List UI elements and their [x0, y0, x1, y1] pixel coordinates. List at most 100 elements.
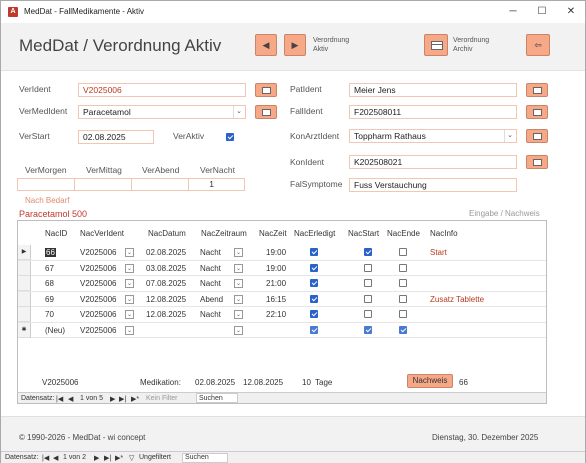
- nacid-cell[interactable]: 67: [45, 264, 54, 273]
- nacverident-cell[interactable]: V2025006: [80, 248, 116, 257]
- naczeit-cell[interactable]: 16:15: [266, 295, 286, 304]
- konarztident-open-button[interactable]: [526, 129, 548, 143]
- nacstart-checkbox[interactable]: [364, 248, 372, 256]
- nacverident-cell[interactable]: V2025006: [80, 310, 116, 319]
- table-row[interactable]: ▶ 66 V2025006 ⌄ ⌄ 02.08.2025 Nacht 19:00 Start: [18, 245, 546, 261]
- main-search-input[interactable]: Suchen: [182, 453, 228, 463]
- verordnung-archiv-button[interactable]: [424, 34, 448, 56]
- chevron-down-icon[interactable]: ⌄: [125, 263, 134, 273]
- nachweis-button[interactable]: Nachweis: [407, 374, 453, 388]
- nacverident-cell[interactable]: V2025006: [80, 295, 116, 304]
- exit-button[interactable]: ⇦: [526, 34, 550, 56]
- nacdatum-cell[interactable]: 03.08.2025: [146, 264, 186, 273]
- row-selector[interactable]: [18, 307, 31, 322]
- nacid-cell[interactable]: 70: [45, 310, 54, 319]
- nacstart-checkbox[interactable]: [364, 263, 372, 272]
- nacende-checkbox[interactable]: [399, 279, 407, 287]
- verident-field[interactable]: V2025006: [78, 83, 246, 97]
- nacstart-checkbox[interactable]: [364, 310, 372, 318]
- nacende-checkbox[interactable]: [399, 248, 407, 256]
- dosage-nacht-field[interactable]: 1: [188, 178, 245, 191]
- konident-field[interactable]: K202508021: [349, 155, 517, 169]
- nacdatum-cell[interactable]: 12.08.2025: [146, 310, 186, 319]
- nacid-cell[interactable]: 69: [45, 295, 54, 304]
- main-new-record-button[interactable]: ▶*: [115, 454, 123, 462]
- nacerledigt-checkbox[interactable]: [310, 310, 318, 318]
- naczeit-cell[interactable]: 21:00: [266, 279, 286, 288]
- chevron-down-icon[interactable]: ⌄: [125, 294, 134, 304]
- new-record-button[interactable]: ▶*: [131, 395, 139, 403]
- nacerledigt-checkbox[interactable]: [310, 263, 318, 272]
- nacid-cell[interactable]: (Neu): [45, 326, 65, 335]
- fallident-field[interactable]: F202508011: [349, 105, 517, 119]
- next-record-button[interactable]: ▶: [284, 34, 306, 56]
- table-row[interactable]: 70 V2025006 ⌄ ⌄ 12.08.2025 Nacht 22:10: [18, 307, 546, 323]
- chevron-down-icon[interactable]: ⌄: [504, 130, 515, 142]
- naczeitraum-cell[interactable]: Abend: [200, 295, 223, 304]
- chevron-down-icon[interactable]: ⌄: [234, 248, 243, 257]
- nacende-checkbox[interactable]: [399, 310, 407, 318]
- veraktiv-checkbox[interactable]: [226, 133, 234, 141]
- main-record-position[interactable]: 1 von 2: [63, 454, 86, 461]
- default-checkbox[interactable]: [364, 325, 372, 334]
- nacdatum-cell[interactable]: 12.08.2025: [146, 295, 186, 304]
- nacerledigt-checkbox[interactable]: [310, 248, 318, 256]
- record-position[interactable]: 1 von 5: [80, 395, 103, 402]
- main-first-record-button[interactable]: |◀: [42, 454, 49, 462]
- naczeitraum-cell[interactable]: Nacht: [200, 310, 221, 319]
- nacstart-checkbox[interactable]: [364, 294, 372, 303]
- nacinfo-cell[interactable]: Zusatz Tablette: [430, 295, 484, 304]
- first-record-button[interactable]: |◀: [56, 395, 63, 403]
- row-selector[interactable]: [18, 260, 31, 276]
- vermedident-combo[interactable]: Paracetamol ⌄: [78, 105, 246, 119]
- chevron-down-icon[interactable]: ⌄: [233, 106, 244, 118]
- nacid-cell[interactable]: 66: [45, 248, 56, 257]
- row-selector[interactable]: ✱: [18, 322, 31, 338]
- table-row[interactable]: 69 V2025006 ⌄ ⌄ 12.08.2025 Abend 16:15 Zusatz T…: [18, 291, 546, 307]
- nacverident-cell[interactable]: V2025006: [80, 279, 116, 288]
- previous-record-button[interactable]: ◀: [255, 34, 277, 56]
- nacverident-cell[interactable]: V2025006: [80, 264, 116, 273]
- chevron-down-icon[interactable]: ⌄: [125, 310, 134, 319]
- naczeitraum-cell[interactable]: Nacht: [200, 248, 221, 257]
- chevron-down-icon[interactable]: ⌄: [234, 263, 243, 273]
- nacdatum-cell[interactable]: 07.08.2025: [146, 279, 186, 288]
- vermedident-open-button[interactable]: [255, 105, 277, 119]
- chevron-down-icon[interactable]: ⌄: [234, 279, 243, 288]
- nacid-cell[interactable]: 68: [45, 279, 54, 288]
- chevron-down-icon[interactable]: ⌄: [125, 279, 134, 288]
- chevron-down-icon[interactable]: ⌄: [234, 310, 243, 319]
- konident-open-button[interactable]: [526, 155, 548, 169]
- table-row[interactable]: 68 V2025006 ⌄ ⌄ 07.08.2025 Nacht 21:00: [18, 276, 546, 292]
- nacerledigt-checkbox[interactable]: [310, 279, 318, 287]
- dosage-mittag-field[interactable]: [74, 178, 132, 191]
- last-record-button[interactable]: ▶|: [119, 395, 126, 403]
- table-row[interactable]: 67 V2025006 ⌄ ⌄ 03.08.2025 Nacht 19:00: [18, 260, 546, 276]
- minimize-button[interactable]: ─: [499, 1, 527, 23]
- chevron-down-icon[interactable]: ⌄: [125, 325, 134, 335]
- naczeitraum-cell[interactable]: Nacht: [200, 279, 221, 288]
- chevron-down-icon[interactable]: ⌄: [125, 248, 134, 257]
- main-last-record-button[interactable]: ▶|: [104, 454, 111, 462]
- next-record-button[interactable]: ▶: [110, 395, 115, 403]
- close-button[interactable]: ✕: [557, 1, 585, 23]
- main-prev-record-button[interactable]: ◀: [53, 454, 58, 462]
- nacverident-cell[interactable]: V2025006: [80, 326, 116, 335]
- maximize-button[interactable]: ☐: [528, 1, 556, 23]
- main-filter-status[interactable]: Ungefiltert: [139, 454, 171, 461]
- verstart-field[interactable]: 02.08.2025: [78, 130, 154, 144]
- subform-search-input[interactable]: Suchen: [196, 393, 238, 403]
- nacinfo-cell[interactable]: Start: [430, 248, 447, 257]
- naczeitraum-cell[interactable]: Nacht: [200, 264, 221, 273]
- chevron-down-icon[interactable]: ⌄: [234, 294, 243, 304]
- default-checkbox[interactable]: [310, 325, 318, 334]
- falsymptome-field[interactable]: Fuss Verstauchung: [349, 178, 517, 192]
- nacende-checkbox[interactable]: [399, 263, 407, 272]
- dosage-abend-field[interactable]: [131, 178, 189, 191]
- default-checkbox[interactable]: [399, 325, 407, 334]
- filter-status[interactable]: Kein Filter: [146, 395, 178, 402]
- dosage-morgen-field[interactable]: [17, 178, 75, 191]
- patident-open-button[interactable]: [526, 83, 548, 97]
- nacende-checkbox[interactable]: [399, 294, 407, 303]
- nacerledigt-checkbox[interactable]: [310, 294, 318, 303]
